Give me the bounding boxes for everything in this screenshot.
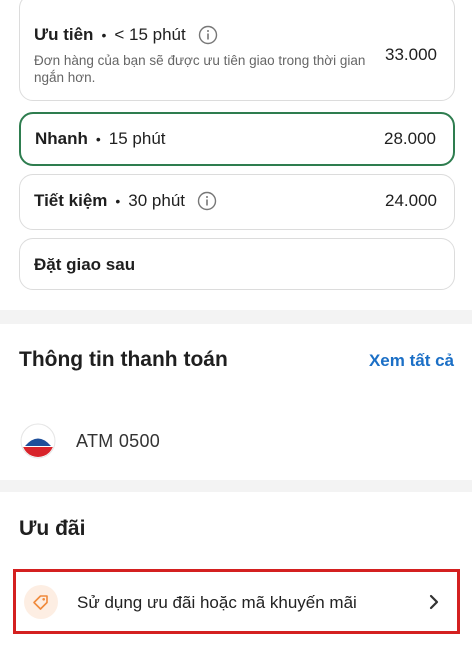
section-divider (0, 310, 472, 324)
payment-title: Thông tin thanh toán (19, 348, 228, 371)
delivery-option-title: Tiết kiệm • 30 phút (34, 191, 217, 211)
delivery-option-fast[interactable]: Nhanh • 15 phút 28.000 (19, 112, 455, 166)
delivery-option-title: Đặt giao sau (34, 255, 135, 275)
delivery-option-price: 24.000 (385, 191, 437, 210)
promo-title: Ưu đãi (19, 517, 86, 540)
payment-section: Thông tin thanh toán Xem tất cả ATM 0500 (0, 324, 472, 480)
delivery-option-name: Đặt giao sau (34, 255, 136, 274)
separator-dot: • (115, 193, 121, 209)
section-divider (0, 480, 472, 492)
delivery-option-title: Nhanh • 15 phút (35, 129, 166, 149)
delivery-option-price: 33.000 (385, 45, 437, 64)
delivery-option-name: Ưu tiên (34, 25, 94, 44)
delivery-option-schedule-later[interactable]: Đặt giao sau (19, 238, 455, 290)
delivery-option-eta: 15 phút (108, 129, 166, 148)
delivery-option-saver[interactable]: Tiết kiệm • 30 phút 24.000 (19, 174, 455, 230)
bank-logo-icon (20, 423, 56, 459)
separator-dot: • (95, 131, 101, 147)
delivery-options-section: Ưu tiên • < 15 phút Đơn hàng của bạn sẽ … (0, 0, 472, 310)
info-icon[interactable] (198, 25, 218, 45)
see-all-link[interactable]: Xem tất cả (369, 351, 454, 371)
delivery-option-eta: 30 phút (128, 191, 186, 210)
info-icon[interactable] (197, 191, 217, 211)
delivery-option-name: Tiết kiệm (34, 191, 108, 210)
delivery-option-title: Ưu tiên • < 15 phút (34, 25, 218, 45)
delivery-option-eta: < 15 phút (114, 25, 186, 44)
tag-icon (24, 585, 58, 619)
chevron-right-icon (429, 594, 439, 610)
delivery-option-name: Nhanh (35, 129, 88, 148)
delivery-option-priority[interactable]: Ưu tiên • < 15 phút Đơn hàng của bạn sẽ … (19, 0, 455, 101)
use-promo-button[interactable]: Sử dụng ưu đãi hoặc mã khuyến mãi (13, 569, 460, 634)
use-promo-label: Sử dụng ưu đãi hoặc mã khuyến mãi (77, 593, 357, 612)
payment-method-label[interactable]: ATM 0500 (76, 431, 160, 452)
separator-dot: • (101, 27, 107, 43)
delivery-option-description: Đơn hàng của bạn sẽ được ưu tiên giao tr… (34, 53, 366, 85)
delivery-option-price: 28.000 (384, 129, 436, 148)
promo-section: Ưu đãi Sử dụng ưu đãi hoặc mã khuyến mãi (0, 492, 472, 647)
